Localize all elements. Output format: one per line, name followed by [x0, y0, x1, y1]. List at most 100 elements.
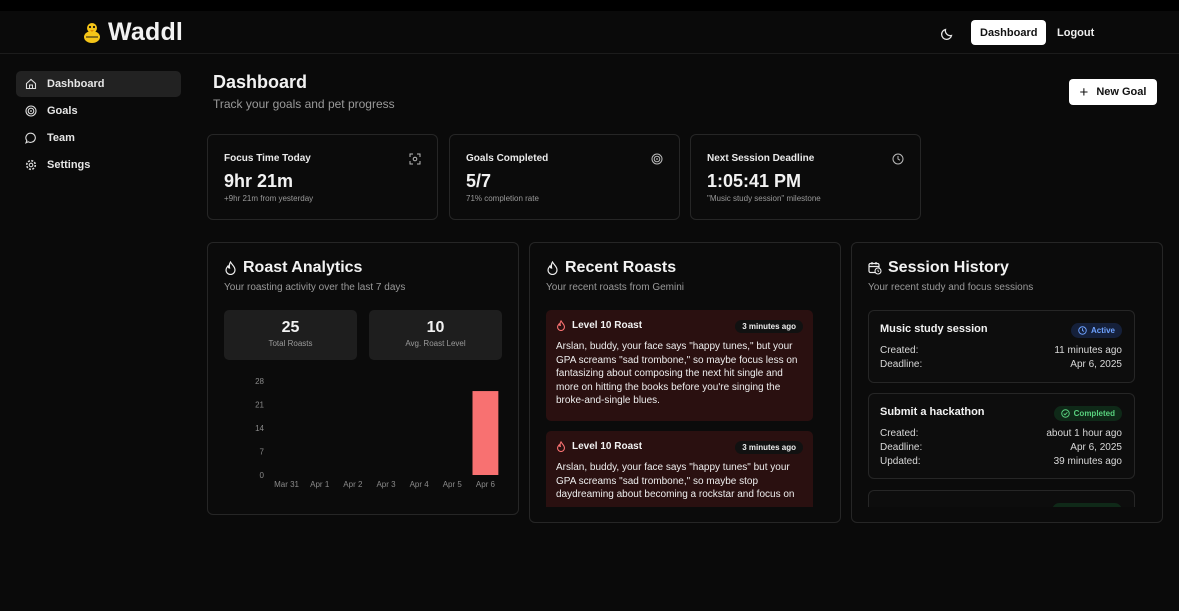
app-name: Waddl — [108, 18, 184, 46]
session-history-panel: Session History Your recent study and fo… — [851, 242, 1163, 523]
flame-icon — [556, 320, 566, 331]
stat-card-focus-time: Focus Time Today 9hr 21m +9hr 21m from y… — [207, 134, 438, 220]
roast-card: Level 10 Roast 3 minutes ago Arslan, bud… — [546, 310, 813, 421]
stat-value: 9hr 21m — [224, 171, 294, 191]
roast-analytics-panel: Roast Analytics Your roasting activity o… — [207, 242, 519, 515]
plus-icon: + — [1079, 83, 1089, 101]
avg-level-value: 10 — [426, 319, 445, 336]
panel-subtitle: Your recent study and focus sessions — [868, 282, 1034, 293]
roast-level-text: Level 10 Roast — [572, 441, 643, 452]
panel-subtitle: Your recent roasts from Gemini — [546, 282, 685, 293]
panel-title: Session History — [868, 259, 1009, 277]
row-value: 39 minutes ago — [1053, 456, 1122, 467]
avg-level-card: 10 Avg. Roast Level — [369, 310, 502, 360]
session-list[interactable]: Music study session Active Created: 11 m… — [852, 310, 1162, 507]
roast-level: Level 10 Roast — [556, 320, 642, 331]
session-card[interactable]: Music study session Active Created: 11 m… — [868, 310, 1135, 383]
stat-note: "Music study session" milestone — [707, 194, 821, 203]
sidebar-item-dashboard[interactable]: Dashboard — [16, 71, 181, 97]
sidebar-item-team[interactable]: Team — [16, 125, 181, 151]
total-roasts-card: 25 Total Roasts — [224, 310, 357, 360]
moon-icon[interactable] — [940, 25, 956, 41]
session-row: Deadline: Apr 6, 2025 — [880, 442, 1122, 455]
chat-icon — [25, 132, 36, 144]
roast-text: Arslan, buddy, your face says "happy tun… — [556, 462, 795, 501]
sidebar: Dashboard Goals Team Settings — [16, 71, 181, 179]
roast-time-badge: 3 minutes ago — [735, 320, 803, 333]
roast-list[interactable]: Level 10 Roast 3 minutes ago Arslan, bud… — [530, 310, 840, 507]
home-icon — [25, 78, 37, 90]
row-key: Created: — [880, 345, 919, 356]
x-tick-label: Apr 1 — [310, 480, 330, 489]
row-key: Created: — [880, 428, 919, 439]
row-key: Deadline: — [880, 442, 923, 453]
sidebar-item-label: Settings — [47, 159, 91, 171]
y-tick-label: 0 — [260, 471, 265, 480]
stat-note: +9hr 21m from yesterday — [224, 194, 314, 203]
new-goal-label: New Goal — [1096, 86, 1147, 98]
session-row: Created: 11 minutes ago — [880, 345, 1122, 358]
panel-title: Roast Analytics — [224, 259, 362, 277]
x-tick-label: Mar 31 — [274, 480, 299, 489]
panel-subtitle: Your roasting activity over the last 7 d… — [224, 282, 406, 293]
sidebar-item-label: Dashboard — [47, 78, 105, 90]
avg-level-label: Avg. Roast Level — [405, 339, 466, 348]
y-tick-label: 28 — [255, 377, 264, 386]
sidebar-item-label: Team — [47, 132, 75, 144]
panel-title-text: Roast Analytics — [243, 259, 363, 276]
gear-icon — [25, 159, 37, 171]
stat-value: 1:05:41 PM — [707, 171, 802, 191]
x-tick-label: Apr 5 — [443, 480, 463, 489]
roast-level-text: Level 10 Roast — [572, 320, 643, 331]
panel-title-text: Recent Roasts — [565, 259, 677, 276]
row-key: Updated: — [880, 456, 921, 467]
x-tick-label: Apr 4 — [410, 480, 430, 489]
clock-icon — [892, 153, 904, 165]
sidebar-item-settings[interactable]: Settings — [16, 152, 181, 178]
top-header: Waddl Dashboard Logout — [0, 11, 1179, 54]
status-text: Active — [1090, 326, 1115, 335]
session-card[interactable]: Submit a hackathon Completed Created: ab… — [868, 393, 1135, 479]
session-row: Created: about 1 hour ago — [880, 428, 1122, 441]
calendar-clock-icon — [868, 262, 882, 275]
roast-bar-chart: 28 21 14 7 0 Mar 31 Apr 1 Apr 2 Apr 3 Apr 4 Apr 5 A… — [255, 377, 499, 489]
y-tick-label: 14 — [255, 424, 264, 433]
new-goal-button[interactable]: + New Goal — [1069, 79, 1157, 105]
status-text: Completed — [1073, 409, 1115, 418]
y-tick-label: 21 — [255, 401, 264, 410]
flame-icon — [556, 441, 566, 452]
session-row: Updated: 39 minutes ago — [880, 456, 1122, 469]
row-value: 11 minutes ago — [1054, 345, 1122, 356]
panel-title-text: Session History — [888, 259, 1009, 276]
logout-button[interactable]: Logout — [1048, 20, 1103, 45]
target-icon — [25, 105, 37, 117]
stat-label: Focus Time Today — [224, 153, 311, 164]
status-badge — [1052, 503, 1122, 507]
page-title: Dashboard — [213, 72, 308, 92]
roast-level: Level 10 Roast — [556, 441, 642, 452]
sidebar-item-goals[interactable]: Goals — [16, 98, 181, 124]
header-dashboard-button[interactable]: Dashboard — [971, 20, 1047, 45]
panel-title: Recent Roasts — [546, 259, 676, 277]
x-tick-label: Apr 2 — [343, 480, 363, 489]
status-badge: Completed — [1053, 406, 1122, 421]
stat-label: Next Session Deadline — [707, 153, 815, 164]
recent-roasts-panel: Recent Roasts Your recent roasts from Ge… — [529, 242, 841, 523]
flame-icon — [225, 261, 236, 275]
chart-bar — [472, 391, 499, 475]
session-row: Deadline: Apr 6, 2025 — [880, 359, 1122, 372]
total-roasts-value: 25 — [281, 319, 300, 336]
roast-time-badge: 3 minutes ago — [735, 441, 803, 454]
session-title: Music study session — [880, 323, 988, 335]
row-value: about 1 hour ago — [1046, 428, 1122, 439]
status-badge: Active — [1070, 323, 1122, 338]
y-tick-label: 7 — [260, 448, 265, 457]
stat-value: 5/7 — [466, 171, 492, 191]
flame-icon — [547, 261, 558, 275]
app-logo[interactable]: Waddl — [82, 18, 183, 47]
page-subtitle: Track your goals and pet progress — [213, 97, 395, 111]
session-card[interactable] — [868, 490, 1135, 507]
roast-text: Arslan, buddy, your face says "happy tun… — [556, 341, 798, 407]
stat-card-goals-completed: Goals Completed 5/7 71% completion rate — [449, 134, 680, 220]
focus-icon — [409, 153, 421, 165]
